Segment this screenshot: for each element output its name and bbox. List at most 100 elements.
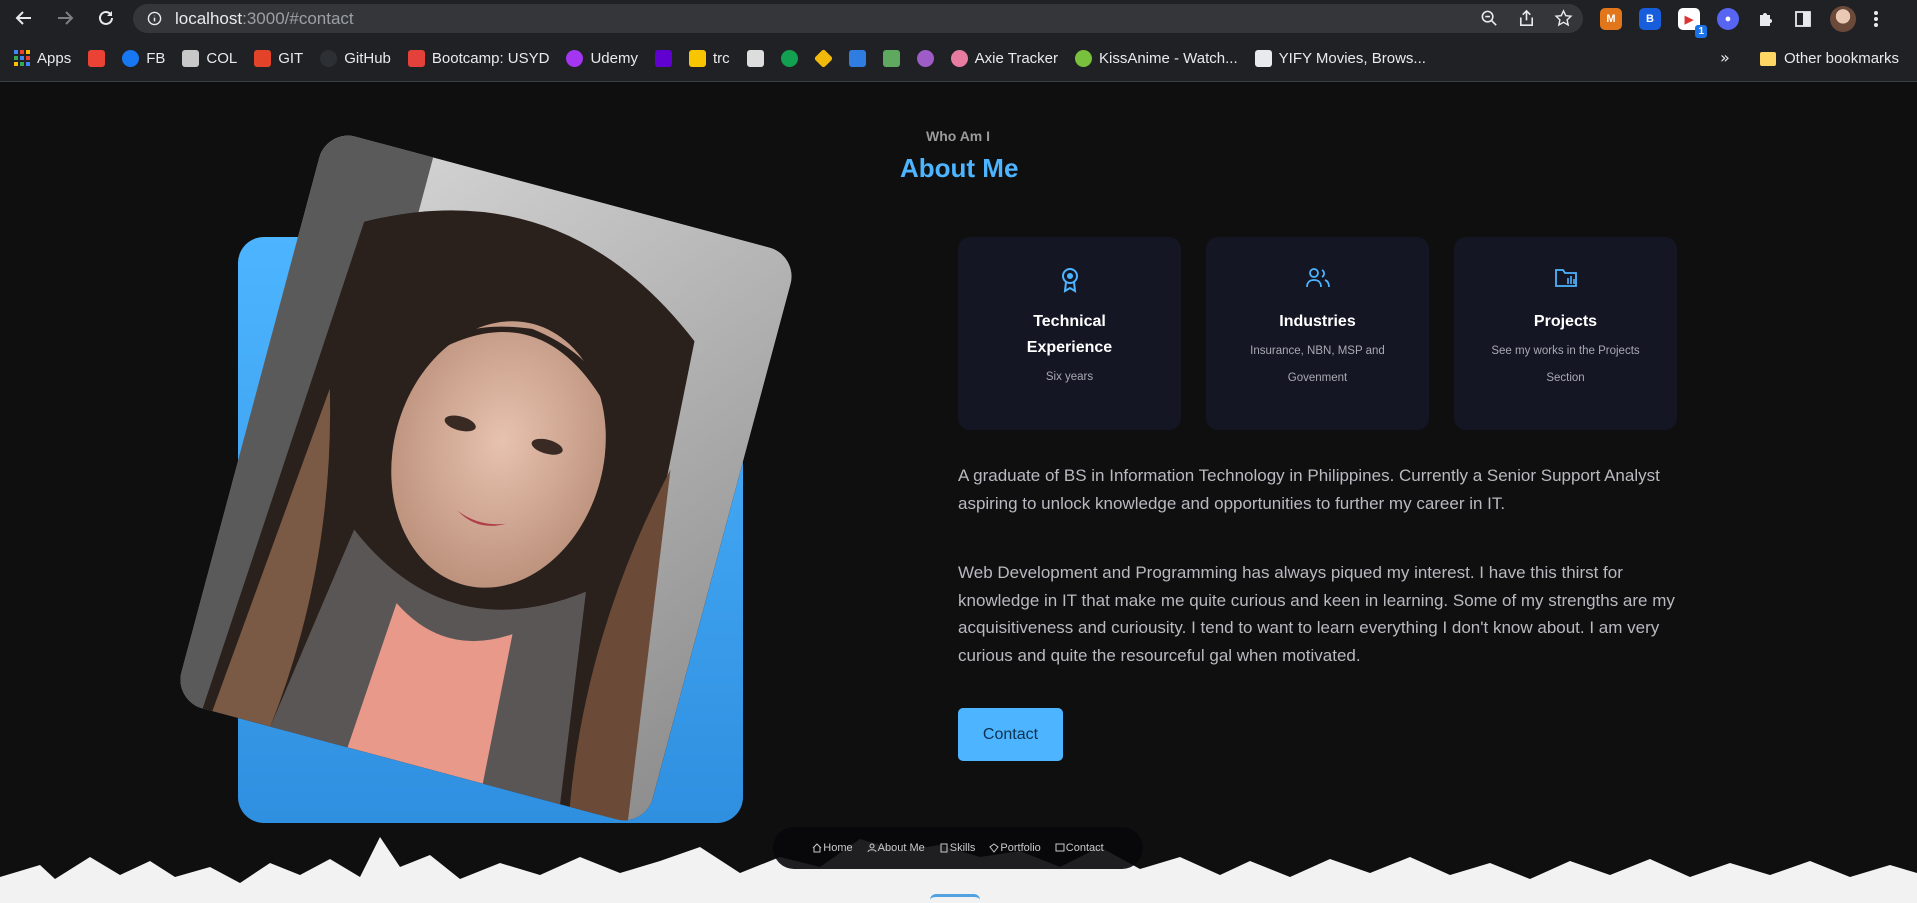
- bookmark-icon: [780, 49, 798, 67]
- bookmark-label: GIT: [278, 49, 304, 67]
- kissanime-icon: [1075, 49, 1092, 67]
- binance-icon: [813, 48, 833, 68]
- bookmark-bootcamp[interactable]: Bootcamp: USYD: [407, 49, 549, 67]
- bookmark-udemy[interactable]: Udemy: [566, 49, 638, 67]
- bookmark-extra-1[interactable]: [746, 49, 764, 67]
- bitwarden-extension-icon[interactable]: B: [1639, 8, 1661, 30]
- bookmark-label: Udemy: [590, 49, 638, 67]
- nav-label: Home: [823, 842, 853, 854]
- bookmark-label: Apps: [37, 49, 72, 67]
- bookmark-label: COL: [206, 49, 238, 67]
- bookmark-icon: [848, 49, 866, 67]
- url-host: localhost: [175, 9, 243, 28]
- bookmark-github[interactable]: GitHub: [320, 49, 391, 67]
- metamask-extension-icon[interactable]: M: [1600, 8, 1622, 30]
- axie-icon: [950, 49, 968, 67]
- nav-portfolio[interactable]: Portfolio: [989, 842, 1041, 854]
- bookmark-icon: [882, 49, 900, 67]
- browser-chrome: localhost:3000/#contact M B ▶ 1 ● Apps FB…: [0, 0, 1917, 82]
- kebab-menu-icon[interactable]: [1873, 9, 1879, 29]
- github-icon: [320, 49, 338, 67]
- col-icon: [182, 49, 200, 67]
- bookmark-extra-5[interactable]: [916, 49, 934, 67]
- url-text[interactable]: localhost:3000/#contact: [175, 9, 354, 29]
- reload-icon: [99, 10, 113, 25]
- bookmark-extra-4[interactable]: [882, 49, 900, 67]
- user-icon: [867, 843, 877, 853]
- bookmark-extra-3[interactable]: [848, 49, 866, 67]
- bookmark-label: KissAnime - Watch...: [1099, 49, 1238, 67]
- other-bookmarks-label: Other bookmarks: [1784, 50, 1900, 67]
- url-path: :3000/#contact: [242, 9, 354, 28]
- bookmark-label: YIFY Movies, Brows...: [1278, 49, 1426, 67]
- bookmark-label: GitHub: [344, 49, 391, 67]
- nav-home[interactable]: Home: [812, 842, 853, 854]
- bookmark-binance[interactable]: [813, 48, 833, 68]
- bookmark-icon: [916, 49, 934, 67]
- address-bar[interactable]: localhost:3000/#contact: [133, 4, 1583, 33]
- bookmark-gmail[interactable]: [88, 49, 106, 67]
- card-text: See my works in the Projects Section: [1491, 345, 1640, 384]
- nav-skills[interactable]: Skills: [939, 842, 976, 854]
- bookmark-trc[interactable]: trc: [688, 49, 730, 67]
- award-icon: [1061, 268, 1078, 293]
- share-icon[interactable]: [1517, 9, 1536, 28]
- about-cards: Technical Experience Six years Industrie…: [958, 237, 1677, 430]
- yahoo-mail-icon: [654, 49, 672, 67]
- folder-icon: [1554, 269, 1577, 287]
- section-subtitle: Who Am I: [926, 128, 991, 144]
- users-icon: [1305, 268, 1330, 288]
- chat-extension-icon[interactable]: ●: [1717, 8, 1739, 30]
- nav-label: Contact: [1065, 842, 1104, 854]
- section-title: About Me: [900, 153, 1019, 183]
- card-title: Projects: [1533, 313, 1598, 330]
- card-title: Technical Experience: [1026, 313, 1113, 356]
- bookmark-extra-2[interactable]: [780, 49, 798, 67]
- nav-label: About Me: [877, 842, 925, 854]
- nav-about[interactable]: About Me: [867, 842, 925, 854]
- profile-avatar[interactable]: [1830, 6, 1856, 32]
- bookmark-kissanime[interactable]: KissAnime - Watch...: [1075, 49, 1238, 67]
- bookmark-git[interactable]: GIT: [254, 49, 304, 67]
- star-icon[interactable]: [1554, 9, 1573, 28]
- video-extension-icon[interactable]: ▶ 1: [1678, 8, 1707, 38]
- puzzle-icon[interactable]: [1756, 9, 1776, 29]
- bookmark-apps[interactable]: Apps: [14, 50, 71, 67]
- other-bookmarks[interactable]: Other bookmarks: [1760, 50, 1899, 67]
- bio-paragraph-2: Web Development and Programming has alwa…: [958, 563, 1675, 665]
- gitlab-icon: [254, 49, 272, 67]
- bootcamp-icon: [407, 49, 425, 67]
- back-button[interactable]: [13, 7, 35, 29]
- bio-paragraph-1: A graduate of BS in Information Technolo…: [958, 466, 1660, 513]
- side-panel-icon[interactable]: [1793, 9, 1813, 29]
- page-content: Who Am I About Me Technical Experience S…: [0, 82, 1917, 903]
- card-text: Insurance, NBN, MSP and Govenment: [1250, 345, 1385, 384]
- reload-button[interactable]: [95, 7, 117, 29]
- card-technical-experience: Technical Experience Six years: [958, 237, 1181, 430]
- info-icon[interactable]: [147, 11, 162, 26]
- nav-label: Skills: [949, 842, 976, 854]
- bookmark-fb[interactable]: FB: [122, 49, 165, 67]
- bookmark-label: Axie Tracker: [974, 49, 1058, 67]
- bookmark-icon: [746, 49, 764, 67]
- card-industries: Industries Insurance, NBN, MSP and Goven…: [1206, 237, 1429, 430]
- bookmark-yify[interactable]: YIFY Movies, Brows...: [1254, 49, 1426, 67]
- trc-icon: [688, 49, 706, 67]
- next-section-heading-peek: [930, 894, 980, 903]
- gmail-icon: [88, 49, 106, 67]
- portfolio-icon: [989, 843, 1000, 853]
- contact-button[interactable]: Contact: [958, 708, 1063, 761]
- bookmark-label: trc: [712, 49, 730, 67]
- card-projects: Projects See my works in the Projects Se…: [1454, 237, 1677, 430]
- home-icon: [812, 843, 822, 853]
- bookmark-col[interactable]: COL: [182, 49, 238, 67]
- bookmark-yahoo[interactable]: [654, 49, 672, 67]
- nav-contact[interactable]: Contact: [1055, 842, 1104, 854]
- bookmark-axie[interactable]: Axie Tracker: [950, 49, 1058, 67]
- arrow-right-icon: [58, 11, 74, 25]
- more-bookmarks-button[interactable]: »: [1720, 48, 1730, 67]
- book-icon: [940, 843, 948, 853]
- zoom-icon[interactable]: [1480, 9, 1499, 28]
- forward-button[interactable]: [54, 7, 76, 29]
- bookmarks-bar: Apps FB COL GIT GitHub Bootcamp: USYD Ud…: [0, 44, 1917, 72]
